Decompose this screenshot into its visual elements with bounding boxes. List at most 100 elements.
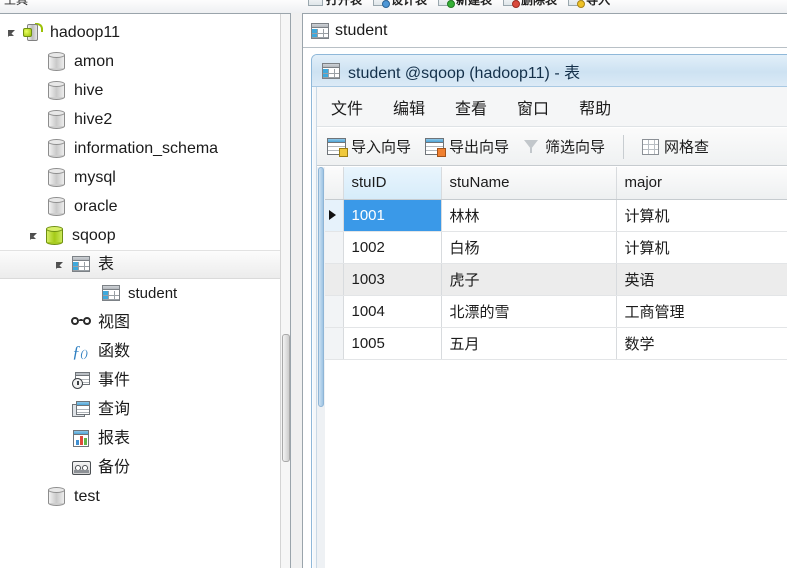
tree-item-reports[interactable]: 报表 bbox=[0, 424, 290, 453]
import-icon bbox=[568, 0, 586, 8]
cell-stuname[interactable]: 林林 bbox=[441, 199, 617, 232]
tree-item-label: hive2 bbox=[74, 110, 113, 128]
object-tree-sidebar[interactable]: hadoop11 amon hive hive2 information_sch… bbox=[0, 13, 291, 568]
cell-major[interactable]: 数学 bbox=[616, 327, 787, 360]
row-selector-cell[interactable] bbox=[325, 263, 344, 296]
toolbar-button-delete-table[interactable]: 删除表 bbox=[503, 0, 557, 8]
toolbar-button-label: 删除表 bbox=[521, 0, 558, 7]
toolbar-button-open-table[interactable]: 打开表 bbox=[308, 0, 362, 8]
table-row[interactable]: 1005 五月 数学 bbox=[325, 327, 787, 360]
cell-stuid[interactable]: 1004 bbox=[343, 295, 442, 328]
cell-stuid[interactable]: 1001 bbox=[343, 199, 442, 232]
table-row[interactable]: 1003 虎子 英语 bbox=[325, 263, 787, 296]
table-icon bbox=[309, 22, 329, 40]
toolbar-button-import[interactable]: 导入 bbox=[568, 0, 610, 8]
column-header-stuname[interactable]: stuName bbox=[441, 167, 617, 200]
tree-item-amon[interactable]: amon bbox=[0, 47, 290, 76]
menu-edit[interactable]: 编辑 bbox=[393, 95, 425, 119]
sidebar-scrollbar[interactable] bbox=[280, 14, 290, 568]
tree-item-views[interactable]: 视图 bbox=[0, 308, 290, 337]
cell-major[interactable]: 工商管理 bbox=[616, 295, 787, 328]
tree-item-functions[interactable]: ƒ() 函数 bbox=[0, 337, 290, 366]
tree-item-hive2[interactable]: hive2 bbox=[0, 105, 290, 134]
window-title-bar[interactable]: student @sqoop (hadoop11) - 表 bbox=[312, 55, 787, 87]
sidebar-scrollbar-thumb[interactable] bbox=[282, 334, 290, 462]
tree-item-label: test bbox=[74, 487, 100, 505]
table-row[interactable]: 1002 白杨 计算机 bbox=[325, 231, 787, 264]
window-toolbar: 导入向导 导出向导 筛选向导 网格查 bbox=[317, 128, 787, 166]
table-icon bbox=[100, 284, 122, 304]
tree-item-events[interactable]: 事件 bbox=[0, 366, 290, 395]
cell-stuid[interactable]: 1002 bbox=[343, 231, 442, 264]
grid-scrollbar-thumb[interactable] bbox=[318, 167, 324, 407]
tree-item-mysql[interactable]: mysql bbox=[0, 163, 290, 192]
menu-help[interactable]: 帮助 bbox=[579, 95, 611, 119]
column-header-stuid[interactable]: stuID bbox=[343, 167, 442, 200]
grid-view-icon bbox=[642, 138, 660, 155]
tree-item-student[interactable]: student bbox=[0, 279, 290, 308]
table-row[interactable]: 1004 北漂的雪 工商管理 bbox=[325, 295, 787, 328]
report-icon bbox=[70, 429, 92, 449]
content-area: student student @sqoop (hadoop11) - 表 文件… bbox=[302, 13, 787, 568]
toolbar-button-label: 设计表 bbox=[391, 0, 428, 7]
window-title-text: student @sqoop (hadoop11) - 表 bbox=[348, 64, 581, 82]
tree-item-label: 函数 bbox=[98, 342, 131, 360]
export-wizard-icon bbox=[425, 138, 447, 157]
row-selector-cell[interactable] bbox=[325, 327, 344, 360]
cell-stuname[interactable]: 北漂的雪 bbox=[441, 295, 617, 328]
export-wizard-button[interactable]: 导出向导 bbox=[425, 136, 509, 157]
tree-item-hive[interactable]: hive bbox=[0, 76, 290, 105]
filter-wizard-icon bbox=[523, 138, 540, 155]
table-folder-icon bbox=[70, 255, 92, 275]
cell-stuname[interactable]: 虎子 bbox=[441, 263, 617, 296]
window-body: 文件 编辑 查看 窗口 帮助 导入向导 导出向导 筛选向导 网格查 stuID … bbox=[316, 87, 787, 568]
toolbar-button-label: 导入向导 bbox=[351, 139, 412, 156]
grid-view-button[interactable]: 网格查 bbox=[642, 136, 709, 157]
grid-vertical-scrollbar[interactable] bbox=[317, 167, 325, 568]
expand-collapse-icon[interactable] bbox=[54, 258, 68, 272]
database-icon bbox=[46, 138, 68, 159]
cell-major[interactable]: 计算机 bbox=[616, 231, 787, 264]
toolbar-button-design-table[interactable]: 设计表 bbox=[373, 0, 427, 8]
cell-stuname[interactable]: 五月 bbox=[441, 327, 617, 360]
tab-student[interactable]: student bbox=[305, 16, 398, 46]
toolbar-button-new-table[interactable]: 新建表 bbox=[438, 0, 492, 8]
panel-splitter[interactable] bbox=[291, 13, 302, 568]
tree-item-test[interactable]: test bbox=[0, 482, 290, 511]
cell-stuid[interactable]: 1003 bbox=[343, 263, 442, 296]
filter-wizard-button[interactable]: 筛选向导 bbox=[523, 136, 605, 157]
tree-item-oracle[interactable]: oracle bbox=[0, 192, 290, 221]
tree-item-backups[interactable]: 备份 bbox=[0, 453, 290, 482]
menu-file[interactable]: 文件 bbox=[331, 95, 363, 119]
menu-view[interactable]: 查看 bbox=[455, 95, 487, 119]
row-selector-cell[interactable] bbox=[325, 199, 344, 232]
view-icon bbox=[70, 313, 92, 333]
tree-item-queries[interactable]: 查询 bbox=[0, 395, 290, 424]
tree-item-hadoop11[interactable]: hadoop11 bbox=[0, 18, 290, 47]
row-selector-cell[interactable] bbox=[325, 231, 344, 264]
tree-item-label: oracle bbox=[74, 197, 118, 215]
cell-major[interactable]: 英语 bbox=[616, 263, 787, 296]
import-wizard-button[interactable]: 导入向导 bbox=[327, 136, 411, 157]
table-row[interactable]: 1001 林林 计算机 bbox=[325, 199, 787, 232]
tree-item-tables-folder[interactable]: 表 bbox=[0, 250, 290, 279]
tree-item-sqoop[interactable]: sqoop bbox=[0, 221, 290, 250]
window-menu-bar: 文件 编辑 查看 窗口 帮助 bbox=[317, 87, 787, 127]
tree-item-information-schema[interactable]: information_schema bbox=[0, 134, 290, 163]
cell-stuid[interactable]: 1005 bbox=[343, 327, 442, 360]
tree-item-label: amon bbox=[74, 52, 115, 70]
menu-window[interactable]: 窗口 bbox=[517, 95, 549, 119]
design-table-icon bbox=[373, 0, 391, 8]
cell-stuname[interactable]: 白杨 bbox=[441, 231, 617, 264]
toolbar-button-label: 导入 bbox=[586, 0, 611, 7]
cell-major[interactable]: 计算机 bbox=[616, 199, 787, 232]
object-tree: hadoop11 amon hive hive2 information_sch… bbox=[0, 14, 290, 511]
column-header-major[interactable]: major bbox=[616, 167, 787, 200]
expand-collapse-icon[interactable] bbox=[6, 26, 20, 40]
data-grid[interactable]: stuID stuName major 1001 林林 计算机 1002 白杨 … bbox=[317, 167, 787, 568]
expand-collapse-icon[interactable] bbox=[28, 229, 42, 243]
database-icon bbox=[46, 51, 68, 72]
toolbar-button-label: 筛选向导 bbox=[545, 139, 606, 156]
navicat-main-window: 工具 打开表 设计表 新建表 删除表 导入 hadoop11 amon hive… bbox=[0, 0, 787, 568]
row-selector-cell[interactable] bbox=[325, 295, 344, 328]
